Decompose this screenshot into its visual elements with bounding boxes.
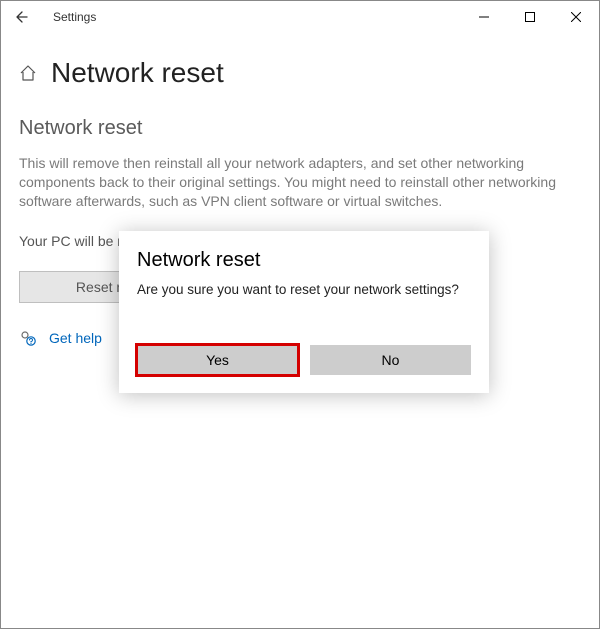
home-icon[interactable]	[19, 64, 37, 82]
page-header: Network reset	[19, 57, 581, 89]
close-icon	[571, 12, 581, 22]
minimize-button[interactable]	[461, 1, 507, 33]
yes-button[interactable]: Yes	[137, 345, 298, 375]
dialog-message: Are you sure you want to reset your netw…	[137, 282, 471, 297]
confirm-dialog: Network reset Are you sure you want to r…	[119, 231, 489, 393]
close-button[interactable]	[553, 1, 599, 33]
section-title: Network reset	[19, 117, 581, 140]
app-title: Settings	[41, 10, 96, 24]
window-controls	[461, 1, 599, 33]
help-icon	[19, 329, 37, 347]
back-button[interactable]	[13, 9, 41, 25]
description-text: This will remove then reinstall all your…	[19, 154, 559, 211]
get-help-link[interactable]: Get help	[49, 330, 102, 346]
house-icon	[19, 64, 37, 82]
minimize-icon	[479, 12, 489, 22]
maximize-button[interactable]	[507, 1, 553, 33]
dialog-title: Network reset	[137, 249, 471, 272]
page-title: Network reset	[51, 57, 224, 89]
back-arrow-icon	[13, 9, 29, 25]
no-button[interactable]: No	[310, 345, 471, 375]
maximize-icon	[525, 12, 535, 22]
dialog-buttons: Yes No	[137, 345, 471, 375]
